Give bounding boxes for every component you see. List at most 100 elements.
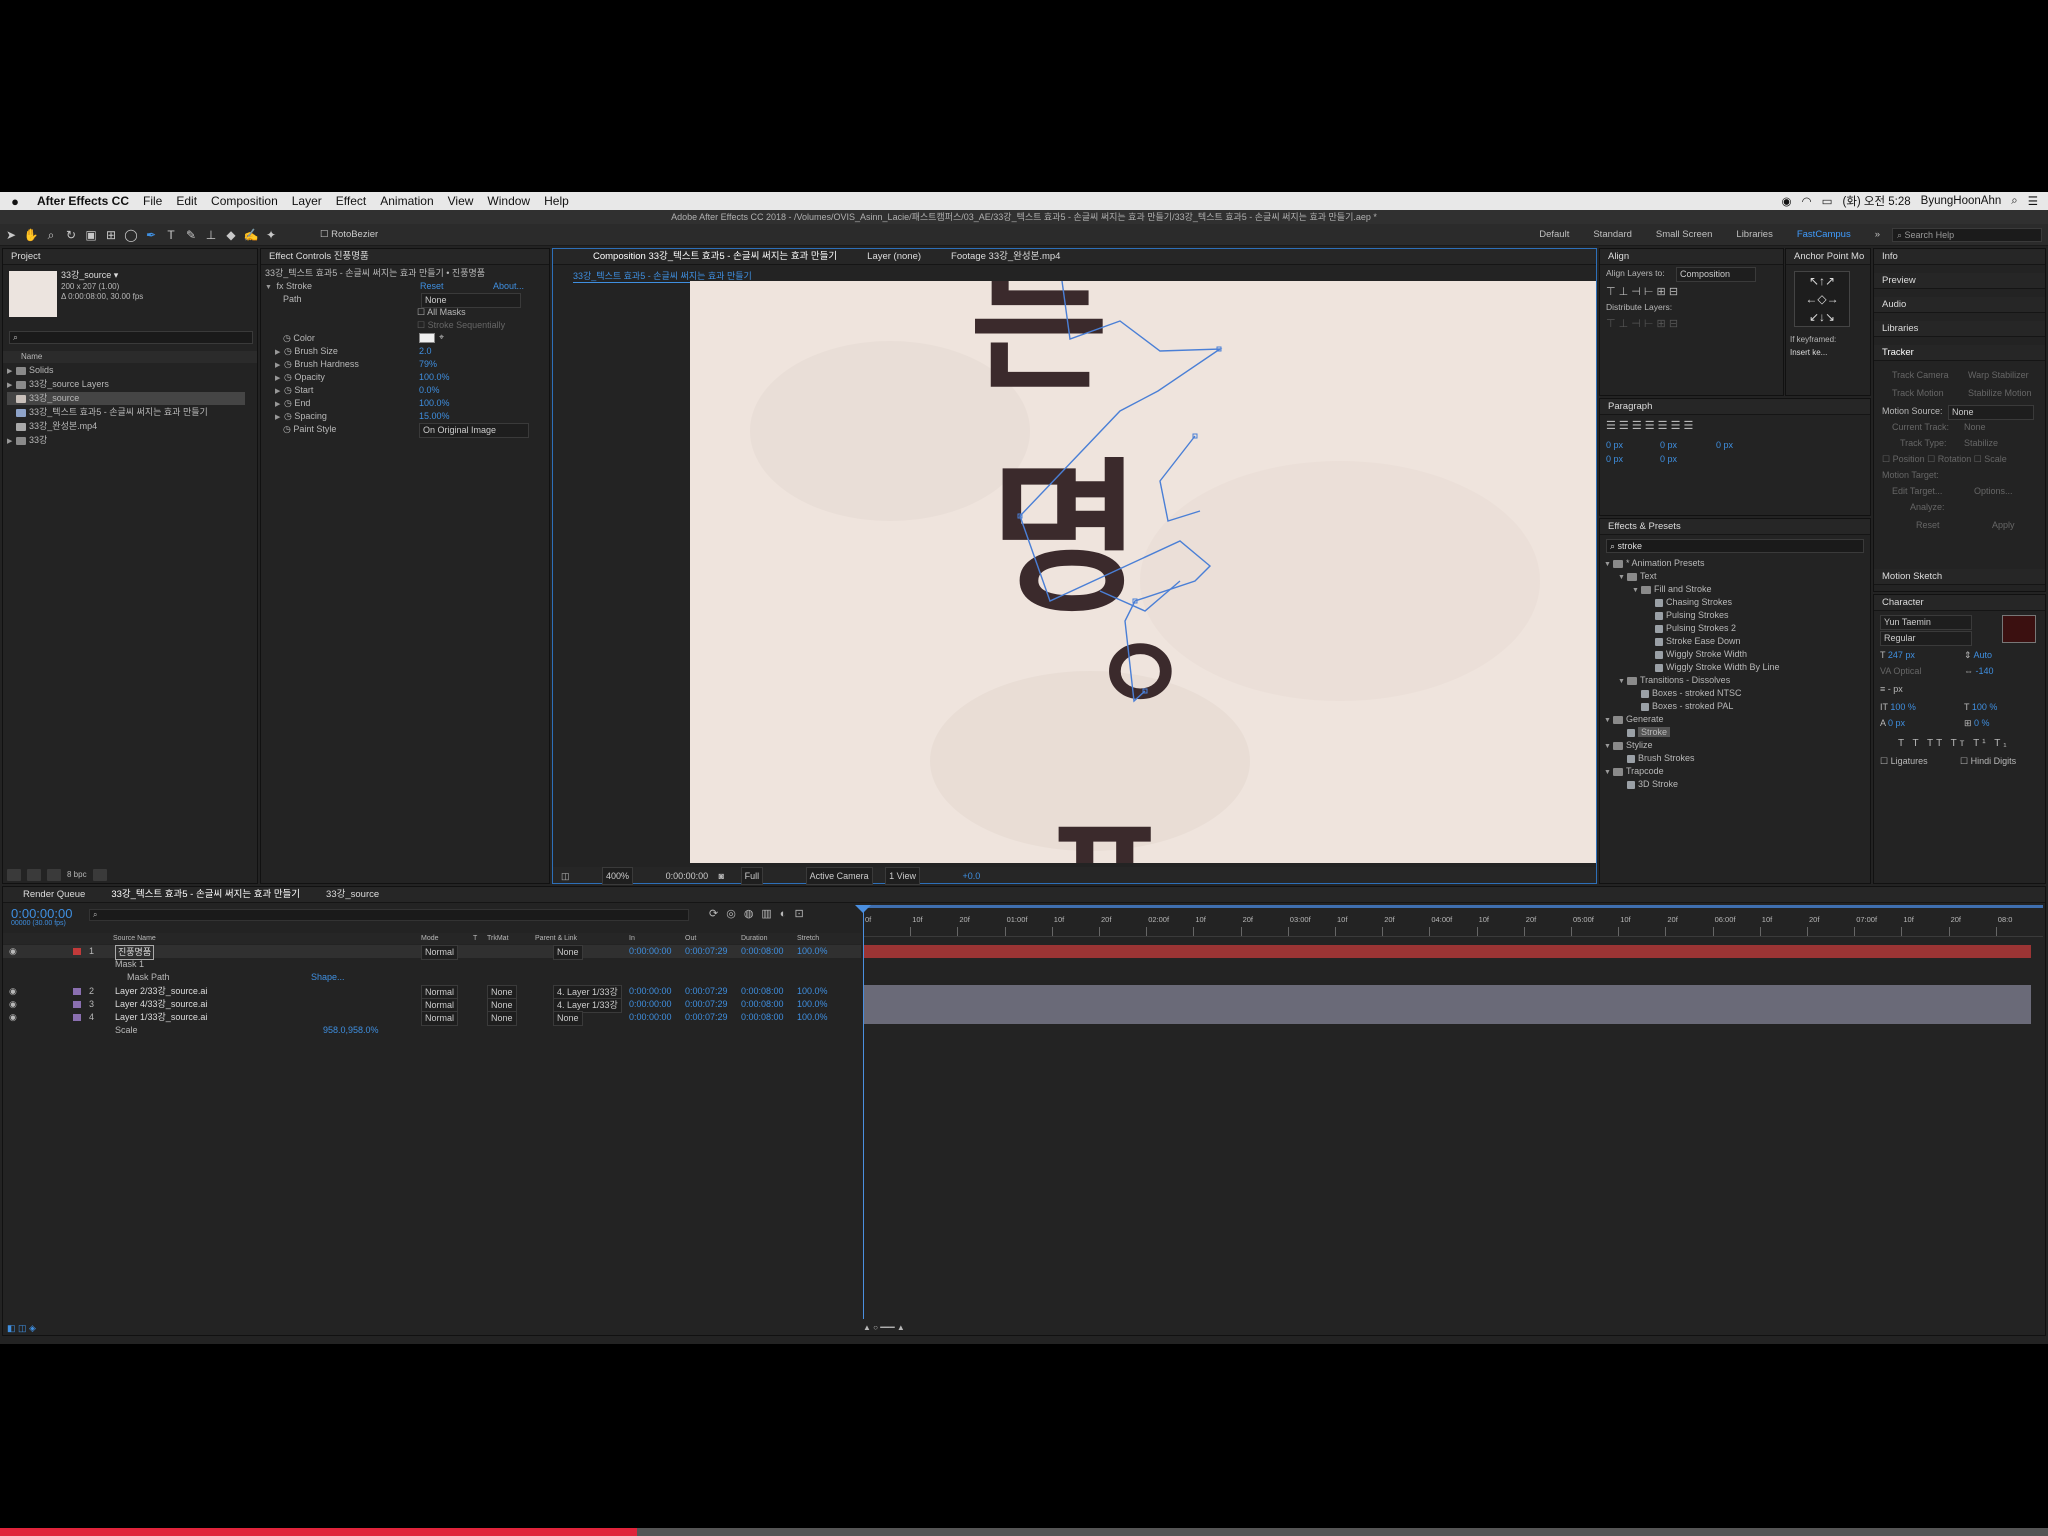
align-buttons[interactable]: ⊤ ⊥ ⊣ ⊢ ⊞ ⊟ [1606, 285, 1678, 298]
anchor-tab[interactable]: Anchor Point Mo [1786, 249, 1870, 265]
insert-keyframe-dropdown[interactable]: Insert ke... [1790, 346, 1827, 359]
edit-target-button[interactable]: Edit Target... [1892, 485, 1942, 498]
always-preview-icon[interactable]: ◫ [561, 871, 570, 881]
timeline-switch-icons[interactable]: ⟳◎◍▥◐⊡ [709, 907, 812, 920]
eyedropper-icon[interactable]: ⌖ [439, 331, 444, 344]
project-item[interactable]: ▶ 33강_source Layers [7, 378, 109, 391]
leading-field[interactable]: ⇕ Auto [1964, 649, 1992, 662]
mask-row[interactable]: Mask 1 [115, 958, 144, 971]
project-column-name[interactable]: Name [3, 351, 257, 363]
label-color-swatch[interactable] [73, 948, 81, 955]
camera-dropdown[interactable]: Active Camera [805, 867, 873, 885]
snapshot-icon[interactable]: ◙ [719, 871, 724, 881]
info-tab[interactable]: Info [1874, 249, 2045, 265]
track-type-value[interactable]: Stabilize [1964, 437, 1998, 450]
visibility-eye-icon[interactable]: ◉ [9, 945, 17, 958]
menu-layer[interactable]: Layer [285, 194, 329, 208]
layer-stretch[interactable]: 100.0% [797, 1011, 828, 1024]
puppet-pin-tool-icon[interactable]: ✦ [262, 226, 280, 244]
layer-parent-dropdown[interactable]: None [553, 945, 583, 960]
layer-duration[interactable]: 0:00:08:00 [741, 1011, 784, 1024]
distribute-buttons[interactable]: ⊤ ⊥ ⊣ ⊢ ⊞ ⊟ [1606, 317, 1678, 330]
project-item[interactable]: 33강_완성본.mp4 [7, 420, 97, 433]
layer-row[interactable]: ◉ 4 Layer 1/33강_source.ai Normal None None 0:0… [3, 1011, 861, 1026]
menu-window[interactable]: Window [480, 194, 537, 208]
effects-tree-item[interactable]: Brush Strokes [1604, 752, 1868, 765]
layer-number[interactable]: 1 [89, 945, 94, 958]
brush-tool-icon[interactable]: ✎ [182, 226, 200, 244]
libraries-tab[interactable]: Libraries [1874, 321, 2045, 337]
effects-tree-item[interactable]: Pulsing Strokes 2 [1604, 622, 1868, 635]
effects-tree-item[interactable]: 3D Stroke [1604, 778, 1868, 791]
spotlight-icon[interactable]: ⌕ [2011, 195, 2017, 208]
project-item-selected[interactable]: 33강_source [7, 392, 245, 405]
timeline-footer-icons[interactable]: ◧ ◫ ◈ [7, 1323, 36, 1334]
layer-name[interactable]: Layer 4/33강_source.ai [115, 998, 207, 1011]
work-area-bar[interactable] [863, 905, 2043, 908]
motion-sketch-tab[interactable]: Motion Sketch [1874, 569, 2045, 585]
layer-name[interactable]: Layer 1/33강_source.ai [115, 1011, 207, 1024]
effects-tree-item[interactable]: ▼ Fill and Stroke [1604, 583, 1868, 596]
new-comp-icon[interactable] [47, 869, 61, 881]
effects-tree-item[interactable]: ▼ Transitions - Dissolves [1604, 674, 1868, 687]
path-dropdown[interactable]: None [421, 293, 521, 308]
layer-2-bar[interactable] [863, 985, 2031, 998]
notifications-icon[interactable]: ☰ [2028, 194, 2038, 208]
layer-out-point[interactable]: 0:00:07:29 [685, 1011, 728, 1024]
layer-out-point[interactable]: 0:00:07:29 [685, 985, 728, 998]
layer-stretch[interactable]: 100.0% [797, 998, 828, 1011]
layer-name[interactable]: Layer 2/33강_source.ai [115, 985, 207, 998]
project-item[interactable]: ▶ Solids [7, 364, 54, 377]
menu-animation[interactable]: Animation [373, 194, 440, 208]
layer-in-point[interactable]: 0:00:00:00 [629, 1011, 672, 1024]
menu-effect[interactable]: Effect [329, 194, 373, 208]
menu-edit[interactable]: Edit [169, 194, 204, 208]
brush-hardness-value[interactable]: 79% [419, 358, 437, 371]
render-queue-tab[interactable]: Render Queue [23, 887, 85, 902]
layer-1-bar[interactable] [863, 945, 2031, 958]
indent-right[interactable]: 0 px [1716, 439, 1733, 452]
mask-path-row[interactable]: Mask Path [127, 971, 170, 984]
tracker-options-button[interactable]: Options... [1974, 485, 2013, 498]
label-color-swatch[interactable] [73, 988, 81, 995]
layer-in-point[interactable]: 0:00:00:00 [629, 998, 672, 1011]
anchor-grid[interactable]: ↖↑↗ ←◇→ ↙↓↘ [1794, 271, 1850, 327]
brush-size-value[interactable]: 2.0 [419, 345, 432, 358]
wifi-icon[interactable]: ◠ [1802, 194, 1812, 208]
video-progress-track[interactable] [0, 1528, 2048, 1536]
workspace-small-screen[interactable]: Small Screen [1644, 229, 1725, 240]
effects-tree-item[interactable]: Wiggly Stroke Width [1604, 648, 1868, 661]
view-layout-dropdown[interactable]: 1 View [885, 867, 921, 885]
warp-stabilizer-button[interactable]: Warp Stabilizer [1968, 369, 2029, 382]
timeline-search-input[interactable]: ⌕ [89, 909, 689, 921]
menu-file[interactable]: File [136, 194, 169, 208]
kerning-field[interactable]: VA Optical [1880, 665, 1921, 678]
tracking-field[interactable]: ⇔ -140 [1964, 665, 1994, 678]
font-size-field[interactable]: T 247 px [1880, 649, 1915, 662]
col-duration[interactable]: Duration [741, 933, 767, 944]
effect-reset-button[interactable]: Reset [420, 280, 444, 293]
hand-tool-icon[interactable]: ✋ [22, 226, 40, 244]
horizontal-scale-field[interactable]: T 100 % [1964, 701, 1997, 714]
pen-tool-icon[interactable]: ✒ [142, 226, 160, 244]
effect-controls-tab[interactable]: Effect Controls 진풍명품 [261, 249, 549, 265]
layer-4-bar[interactable] [863, 1011, 2031, 1024]
spacing-value[interactable]: 15.00% [419, 410, 450, 423]
preview-tab[interactable]: Preview [1874, 273, 2045, 289]
layer-out-point[interactable]: 0:00:07:29 [685, 945, 728, 958]
end-value[interactable]: 100.0% [419, 397, 450, 410]
playhead[interactable] [863, 907, 864, 1319]
effects-search-input[interactable]: ⌕ stroke [1606, 539, 1864, 553]
indent-left[interactable]: 0 px [1606, 439, 1623, 452]
menu-help[interactable]: Help [537, 194, 576, 208]
track-motion-button[interactable]: Track Motion [1892, 387, 1944, 400]
tsume-field[interactable]: ⊞ 0 % [1964, 717, 1990, 730]
scale-property-row[interactable]: Scale [115, 1024, 138, 1037]
layer-duration[interactable]: 0:00:08:00 [741, 945, 784, 958]
tracker-tab[interactable]: Tracker [1874, 345, 2045, 361]
layer-number[interactable]: 4 [89, 1011, 94, 1024]
layer-3-bar[interactable] [863, 998, 2031, 1011]
start-value[interactable]: 0.0% [419, 384, 440, 397]
faux-style-buttons[interactable]: T T TT Tт T¹ T₁ [1898, 737, 2010, 750]
layer-number[interactable]: 2 [89, 985, 94, 998]
